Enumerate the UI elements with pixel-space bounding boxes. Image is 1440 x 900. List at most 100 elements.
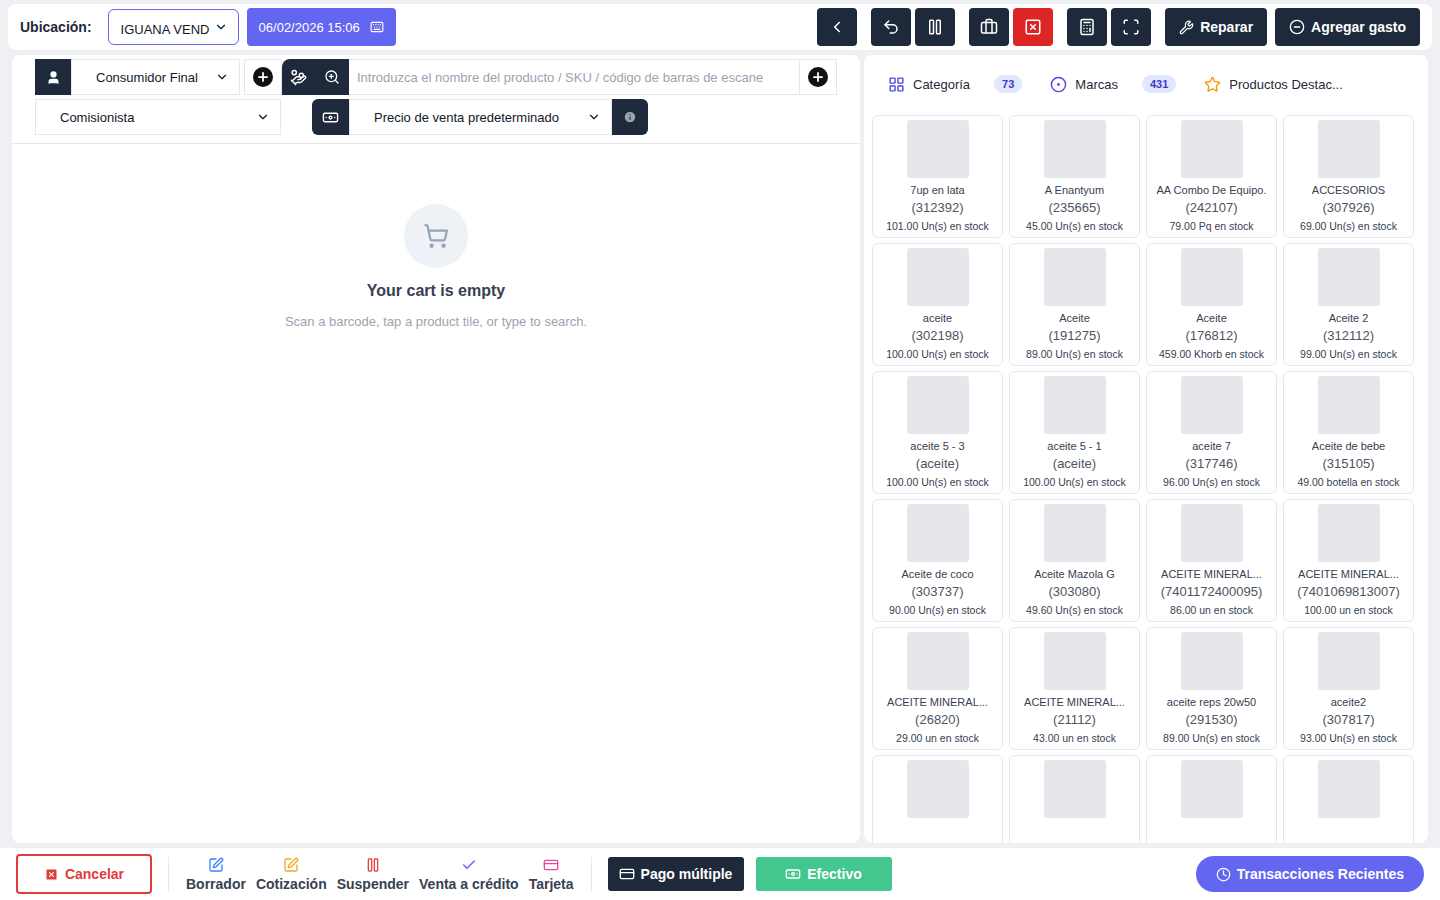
action-icon [208,857,224,873]
product-card[interactable] [1146,755,1277,843]
product-card[interactable] [872,755,1003,843]
top-bar: Ubicación: IGUANA VEND06/02/2026 15:06 Rep… [8,4,1432,50]
toolbar-icon-button[interactable] [1067,8,1107,46]
zoom-icon [324,69,340,85]
product-card[interactable]: ACEITE MINERAL...(7401069813007)100.00 u… [1283,499,1414,622]
toolbar-icon-button[interactable] [817,8,857,46]
cart-icon [423,223,449,249]
service-staff-button[interactable] [282,59,315,95]
product-card[interactable]: ACEITE MINERAL...(7401172400095)86.00 un… [1146,499,1277,622]
location-select[interactable]: IGUANA VEND [108,9,239,45]
toolbar-icon-button[interactable] [969,8,1009,46]
product-card[interactable]: Aceite 2 (312112) 99.00 Un(s) en stock [1283,243,1414,366]
product-card[interactable]: Aceite(191275)89.00 Un(s) en stock [1009,243,1140,366]
product-image [1181,376,1243,434]
toolbar-icon-button[interactable] [1013,8,1053,46]
recent-transactions-button[interactable]: Transacciones Recientes [1196,856,1424,892]
product-card[interactable]: aceite 5 - 3(aceite)100.00 Un(s) en stoc… [872,371,1003,494]
product-code: (307926) [1322,200,1374,215]
product-name: Aceite de bebe [1312,440,1385,453]
product-grid: 7up en lata(312392)101.00 Un(s) en stock… [872,115,1420,843]
add-customer-button[interactable] [244,59,282,95]
clock-icon [1216,867,1231,882]
product-tab[interactable]: Marcas431 [1050,75,1176,93]
product-image [907,632,969,690]
product-name: ACEITE MINERAL... [1161,568,1262,581]
customer-icon-box [35,59,71,95]
product-code: (312112) [1323,328,1374,343]
tab-count-badge: 431 [1142,75,1176,93]
toolbar-icon [882,18,900,36]
add-expense-button[interactable]: Agregar gasto [1275,8,1420,46]
commission-agent-select[interactable]: Comisionista [35,99,281,135]
product-card[interactable]: ACCESORIOS(307926)69.00 Un(s) en stock [1283,115,1414,238]
product-card[interactable]: ACEITE MINERAL...(26820)29.00 un en stoc… [872,627,1003,750]
product-code: (21112) [1053,712,1096,727]
footer-action-button[interactable]: Cotización [255,857,328,892]
product-image [1044,504,1106,562]
product-code: (315105) [1322,456,1374,471]
product-image [1181,248,1243,306]
product-code: (26820) [915,712,960,727]
product-code: (307817) [1322,712,1374,727]
add-product-button[interactable] [799,59,837,95]
user-icon [46,70,61,85]
footer-action-button[interactable]: Tarjeta [528,857,575,892]
toolbar-icon-button[interactable] [871,8,911,46]
search-options-button[interactable] [315,59,349,95]
product-card[interactable]: Aceite(176812)459.00 Khorb en stock [1146,243,1277,366]
product-card[interactable]: Aceite de bebe(315105)49.00 botella en s… [1283,371,1414,494]
product-card[interactable] [1009,755,1140,843]
customer-select[interactable]: Consumidor Final [71,59,240,95]
repair-button[interactable]: Reparar [1165,8,1267,46]
product-name: ACEITE MINERAL... [887,696,988,709]
product-card[interactable]: aceite 5 - 1(aceite)100.00 Un(s) en stoc… [1009,371,1140,494]
cash-button[interactable]: Efectivo [756,857,892,891]
product-card[interactable] [1283,755,1414,843]
product-card[interactable]: A Enantyum(235665)45.00 Un(s) en stock [1009,115,1140,238]
product-image [1181,760,1243,818]
product-image [1044,376,1106,434]
price-info-button[interactable] [612,99,648,135]
toolbar-icon-button[interactable] [915,8,955,46]
product-code: (242107) [1185,200,1237,215]
card-icon [619,866,635,882]
location-label: Ubicación: [20,19,92,35]
product-stock: 49.60 Un(s) en stock [1026,604,1123,616]
footer-action-button[interactable]: Borrador [185,857,247,892]
product-name: 7up en lata [910,184,964,197]
price-group-select[interactable]: Precio de venta predeterminado [349,99,612,135]
product-search-input[interactable] [349,59,799,95]
product-panel: Categoría73 Marcas431 Productos Destac... 7… [864,55,1428,843]
datetime-button[interactable]: 06/02/2026 15:06 [247,8,396,46]
product-tab[interactable]: Categoría73 [888,75,1022,93]
product-image [1318,376,1380,434]
plus-icon [256,70,270,84]
product-card[interactable]: aceite2(307817)93.00 Un(s) en stock [1283,627,1414,750]
product-card[interactable]: ACEITE MINERAL...(21112)43.00 un en stoc… [1009,627,1140,750]
product-image [1044,760,1106,818]
footer-action-button[interactable]: Venta a crédito [418,857,520,892]
product-card[interactable]: Aceite Mazola G(303080)49.60 Un(s) en st… [1009,499,1140,622]
product-stock: 99.00 Un(s) en stock [1300,348,1397,360]
toolbar-icon-button[interactable] [1111,8,1151,46]
product-card[interactable]: aceite reps 20w50(291530)89.00 Un(s) en … [1146,627,1277,750]
product-name: Aceite 2 [1329,312,1369,325]
product-code: (303737) [911,584,963,599]
chevron-down-icon [214,20,228,34]
product-image [1044,120,1106,178]
product-image [1318,632,1380,690]
product-card[interactable]: Aceite de coco(303737)90.00 Un(s) en sto… [872,499,1003,622]
product-tab[interactable]: Productos Destac... [1204,76,1342,93]
multi-pay-button[interactable]: Pago múltiple [608,857,744,891]
product-card[interactable]: aceite(302198)100.00 Un(s) en stock [872,243,1003,366]
product-card[interactable]: AA Combo De Equipo.(242107)79.00 Pq en s… [1146,115,1277,238]
product-code: (7401172400095) [1161,584,1263,599]
cancel-button[interactable]: Cancelar [16,854,152,894]
product-image [1318,248,1380,306]
product-card[interactable]: 7up en lata(312392)101.00 Un(s) en stock [872,115,1003,238]
product-card[interactable]: aceite 7(317746)96.00 Un(s) en stock [1146,371,1277,494]
product-image [1181,632,1243,690]
product-stock: 93.00 Un(s) en stock [1300,732,1397,744]
footer-action-button[interactable]: Suspender [336,857,410,892]
